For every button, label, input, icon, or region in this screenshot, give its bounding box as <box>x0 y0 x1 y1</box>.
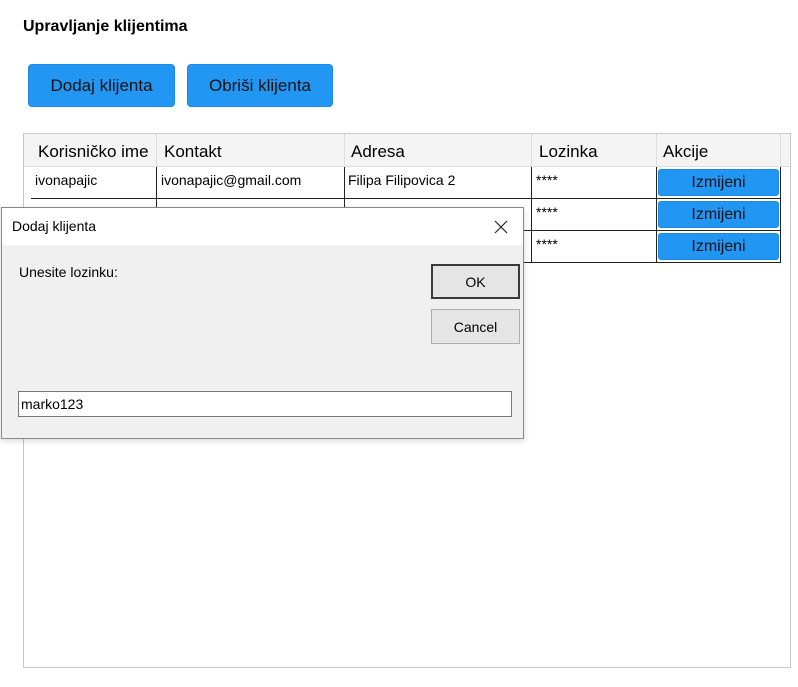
column-header-actions[interactable]: Akcije <box>656 134 781 166</box>
cell-actions: Izmijeni <box>656 167 781 199</box>
ok-button[interactable]: OK <box>431 264 520 299</box>
dialog-title: Dodaj klijenta <box>12 218 97 234</box>
column-header-contact[interactable]: Kontakt <box>157 134 345 166</box>
table-row[interactable]: ivonapajic ivonapajic@gmail.com Filipa F… <box>24 167 790 199</box>
dialog-prompt: Unesite lozinku: <box>19 264 118 280</box>
input-dialog: Dodaj klijenta Unesite lozinku: OK Cance… <box>1 207 524 439</box>
cell-password: **** <box>532 199 657 231</box>
close-icon[interactable] <box>487 214 515 240</box>
cell-actions: Izmijeni <box>656 231 781 263</box>
password-input[interactable] <box>18 391 512 417</box>
column-header-username[interactable]: Korisničko ime <box>31 134 157 166</box>
edit-button[interactable]: Izmijeni <box>658 169 779 196</box>
page-title: Upravljanje klijentima <box>23 18 188 35</box>
edit-button[interactable]: Izmijeni <box>658 201 779 228</box>
cell-contact: ivonapajic@gmail.com <box>157 167 345 199</box>
add-client-button[interactable]: Dodaj klijenta <box>28 64 175 107</box>
column-header-address[interactable]: Adresa <box>344 134 532 166</box>
edit-button[interactable]: Izmijeni <box>658 233 779 260</box>
cell-username: ivonapajic <box>31 167 157 199</box>
cancel-button[interactable]: Cancel <box>431 309 520 344</box>
column-header-password[interactable]: Lozinka <box>532 134 657 166</box>
dialog-titlebar[interactable]: Dodaj klijenta <box>2 208 523 245</box>
cell-password: **** <box>532 167 657 199</box>
delete-client-button[interactable]: Obriši klijenta <box>187 64 333 107</box>
cell-actions: Izmijeni <box>656 199 781 231</box>
table-header: Korisničko ime Kontakt Adresa Lozinka Ak… <box>24 134 790 167</box>
cell-address: Filipa Filipovica 2 <box>344 167 532 199</box>
cell-password: **** <box>532 231 657 263</box>
